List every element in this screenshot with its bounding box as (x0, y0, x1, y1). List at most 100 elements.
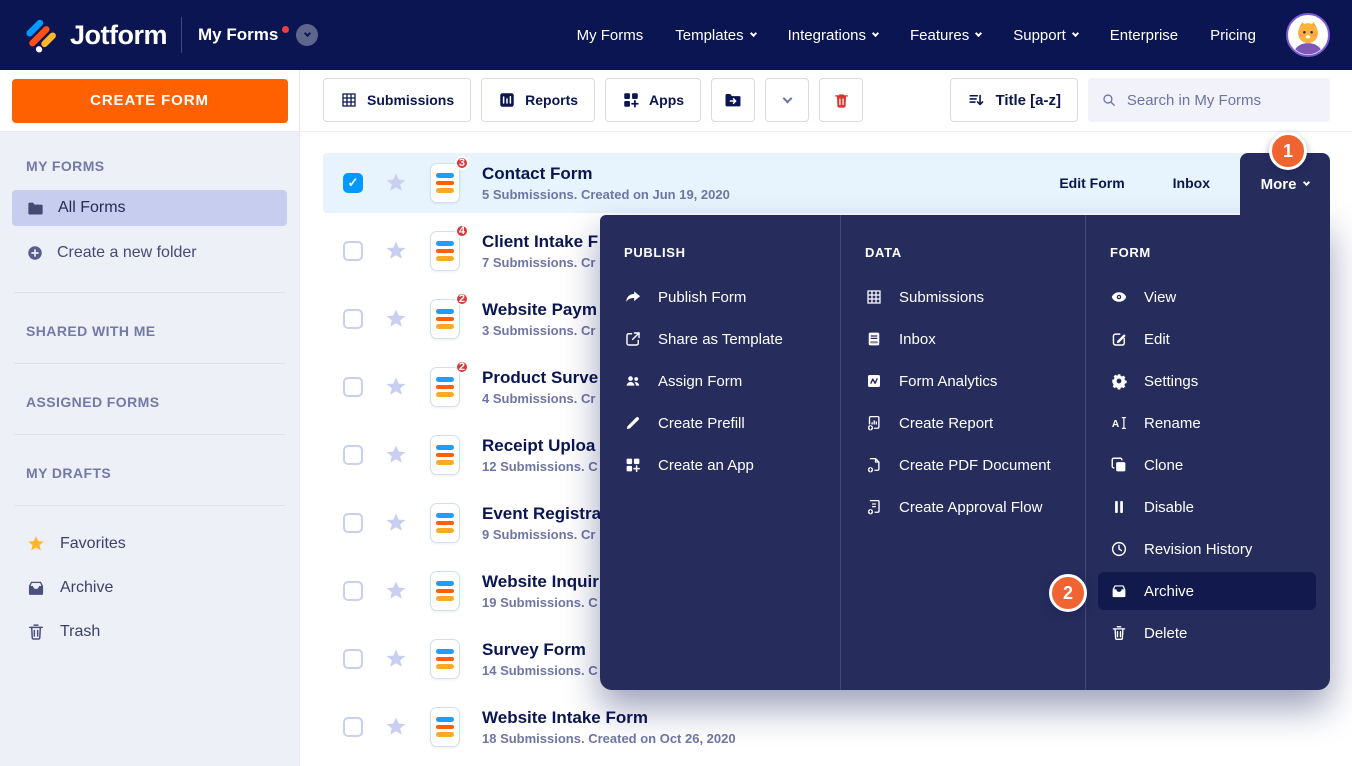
delete-selected-button[interactable] (819, 78, 864, 122)
tutorial-step-1-badge: 1 (1269, 132, 1307, 170)
submissions-button[interactable]: Submissions (323, 78, 472, 122)
edit-form-link[interactable]: Edit Form (1059, 175, 1124, 191)
reports-button[interactable]: Reports (481, 78, 596, 122)
sidebar-body: MY FORMS All Forms Create a new folder S… (0, 132, 299, 654)
menu-item[interactable]: Publish Form (600, 276, 840, 318)
folder-icon (26, 199, 45, 218)
nav-link[interactable]: Support (1013, 27, 1079, 44)
row-checkbox[interactable]: ✓ (343, 241, 363, 261)
menu-item[interactable]: Archive (1098, 572, 1316, 610)
favorite-star-icon[interactable] (384, 647, 408, 671)
form-icon: 2 (430, 360, 469, 407)
menu-item[interactable]: Rename (1086, 402, 1330, 444)
drafts-section-header[interactable]: MY DRAFTS (12, 465, 287, 481)
form-icon: 2 (430, 292, 469, 339)
form-title: Receipt Uploa (482, 436, 596, 455)
form-subtitle: 7 Submissions. Cr (482, 255, 596, 270)
menu-item[interactable]: Revision History (1086, 528, 1330, 570)
row-checkbox[interactable]: ✓ (343, 309, 363, 329)
menu-item[interactable]: Form Analytics (841, 360, 1085, 402)
favorite-star-icon[interactable] (384, 579, 408, 603)
menu-item[interactable]: Create Approval Flow (841, 486, 1085, 528)
create-folder-label: Create a new folder (57, 244, 197, 261)
menu-item[interactable]: View (1086, 276, 1330, 318)
nav-link[interactable]: Integrations (788, 27, 880, 44)
favorite-star-icon[interactable] (384, 171, 408, 195)
more-actions-chevron-button[interactable] (765, 78, 810, 122)
form-title: Website Paym (482, 300, 597, 319)
favorite-star-icon[interactable] (384, 239, 408, 263)
menu-column-title: PUBLISH (624, 245, 686, 260)
menu-item[interactable]: Inbox (841, 318, 1085, 360)
menu-item[interactable]: Create Prefill (600, 402, 840, 444)
favorite-star-icon[interactable] (384, 715, 408, 739)
row-checkbox[interactable]: ✓ (343, 717, 363, 737)
analytics-icon (865, 372, 883, 390)
nav-link[interactable]: My Forms (577, 27, 644, 44)
assigned-section-header[interactable]: ASSIGNED FORMS (12, 394, 287, 410)
menu-item[interactable]: Edit (1086, 318, 1330, 360)
workspace-label: My Forms (198, 25, 279, 44)
favorite-star-icon[interactable] (384, 511, 408, 535)
favorite-star-icon[interactable] (384, 443, 408, 467)
search-input[interactable] (1126, 91, 1317, 109)
menu-item[interactable]: Settings (1086, 360, 1330, 402)
jotform-logo[interactable]: Jotform (22, 16, 168, 54)
sidebar-item-label: Trash (60, 623, 101, 640)
nav-link[interactable]: Templates (675, 27, 757, 44)
favorite-star-icon[interactable] (384, 375, 408, 399)
nav-link[interactable]: Features (910, 26, 983, 44)
menu-item-list: Submissions Inbox Form Analytics Create … (841, 276, 1085, 528)
form-row[interactable]: ✓ Website Intake Form 18 Submissions. Cr… (323, 697, 1330, 757)
menu-column: PUBLISH Publish Form Share as Template A… (600, 215, 840, 690)
my-forms-section-header: MY FORMS (26, 158, 105, 174)
workspace-chevron[interactable] (296, 24, 319, 46)
nav-link[interactable]: Pricing (1210, 27, 1256, 44)
nav-link-label: Features (910, 26, 970, 44)
menu-item-label: Inbox (899, 330, 936, 348)
create-form-button[interactable]: CREATE FORM (11, 78, 288, 123)
favorite-star-icon[interactable] (384, 307, 408, 331)
row-checkbox[interactable]: ✓ (343, 445, 363, 465)
menu-item[interactable]: Create PDF Document (841, 444, 1085, 486)
inbox-link[interactable]: Inbox (1173, 175, 1210, 191)
menu-item[interactable]: Delete (1086, 612, 1330, 654)
row-checkbox[interactable]: ✓ (343, 513, 363, 533)
row-checkbox[interactable]: ✓ (343, 581, 363, 601)
menu-item-label: Assign Form (658, 372, 743, 390)
sort-label: Title [a-z] (995, 91, 1061, 109)
create-folder-button[interactable]: Create a new folder (12, 238, 287, 268)
menu-item-label: Create Approval Flow (899, 498, 1043, 516)
menu-item[interactable]: Clone (1086, 444, 1330, 486)
user-avatar[interactable] (1286, 13, 1330, 57)
workspace-switcher[interactable]: My Forms (198, 24, 319, 46)
row-checkbox[interactable]: ✓ (343, 377, 363, 397)
menu-item[interactable]: Assign Form (600, 360, 840, 402)
sidebar-item[interactable]: Archive (12, 566, 287, 610)
nav-link[interactable]: Enterprise (1110, 27, 1178, 44)
menu-item[interactable]: Submissions (841, 276, 1085, 318)
notification-dot (282, 25, 290, 33)
grid-icon (340, 91, 358, 109)
apps-button[interactable]: Apps (605, 78, 702, 122)
sidebar-item[interactable]: Favorites (12, 522, 287, 566)
menu-item-label: Create Report (899, 414, 994, 432)
form-row[interactable]: ✓ 3 Contact Form 5 Submissions. Created … (323, 153, 1330, 213)
form-title: Event Registra (482, 504, 602, 523)
form-icon (430, 571, 460, 611)
menu-item[interactable]: Disable (1086, 486, 1330, 528)
move-to-folder-button[interactable] (711, 78, 756, 122)
toolbar-divider (300, 131, 1352, 132)
menu-item[interactable]: Create an App (600, 444, 840, 486)
sidebar-item[interactable]: Trash (12, 610, 287, 654)
menu-item[interactable]: Create Report (841, 402, 1085, 444)
pdf-plus-icon (865, 456, 883, 474)
row-checkbox[interactable]: ✓ (343, 173, 363, 193)
menu-item[interactable]: Share as Template (600, 318, 840, 360)
shared-section-header[interactable]: SHARED WITH ME (12, 323, 287, 339)
sidebar-item-all-forms[interactable]: All Forms (12, 190, 287, 226)
row-checkbox[interactable]: ✓ (343, 649, 363, 669)
menu-item-label: Archive (1144, 582, 1195, 600)
sort-button[interactable]: Title [a-z] (950, 78, 1078, 122)
search-box[interactable] (1088, 78, 1330, 122)
